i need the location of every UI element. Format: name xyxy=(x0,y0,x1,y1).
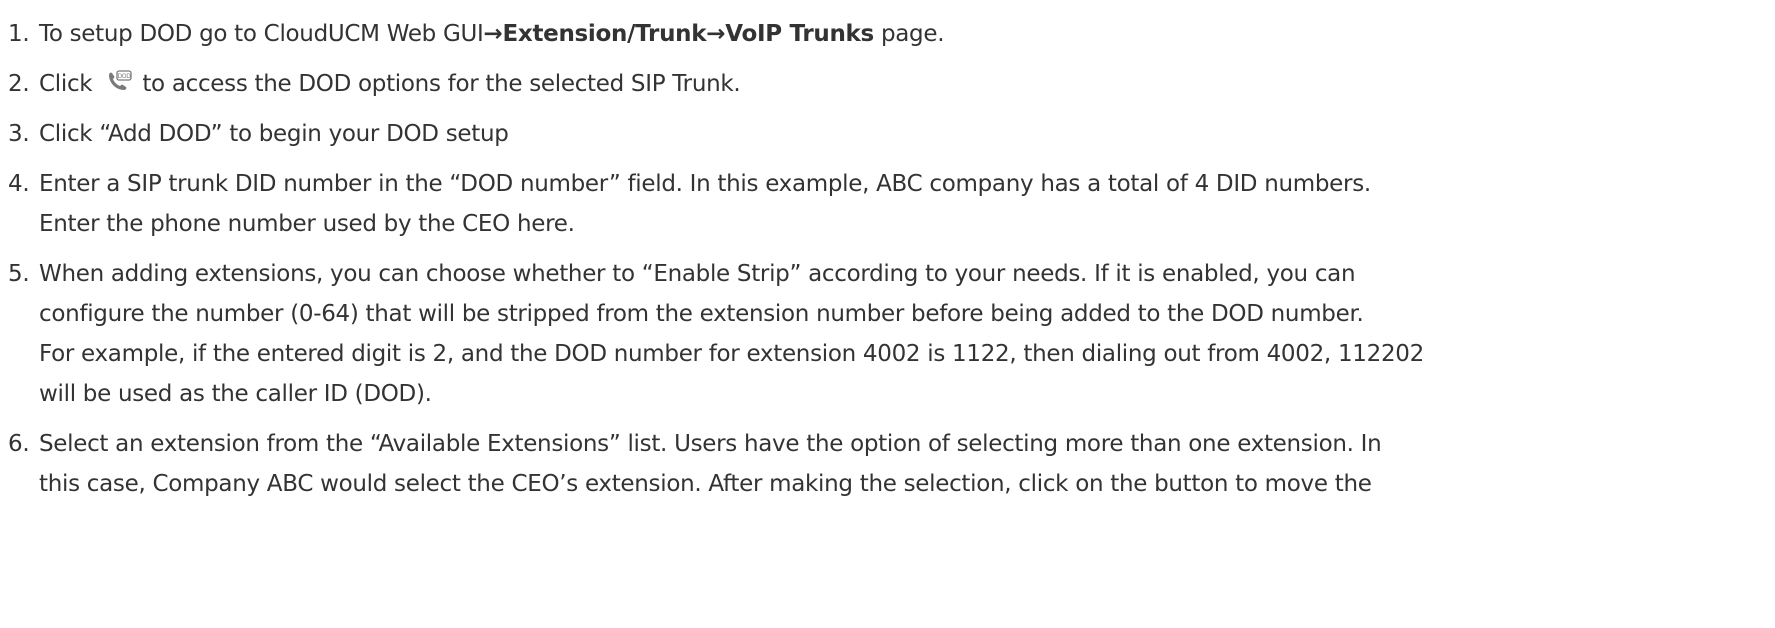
step-number: 5. xyxy=(8,261,30,287)
step-text: When adding extensions, you can choose w… xyxy=(39,254,1767,414)
step-text-line: configure the number (0-64) that will be… xyxy=(39,301,1364,327)
step-text-line: will be used as the caller ID (DOD). xyxy=(39,381,432,407)
step-text-line: When adding extensions, you can choose w… xyxy=(39,261,1356,287)
step-number: 4. xyxy=(8,171,30,197)
step-text: Select an extension from the “Available … xyxy=(39,424,1767,504)
step-text-line: For example, if the entered digit is 2, … xyxy=(39,341,1424,367)
step-number: 3. xyxy=(8,121,30,147)
step-text-line: Select an extension from the “Available … xyxy=(39,431,1382,457)
step-text-line: Enter a SIP trunk DID number in the “DOD… xyxy=(39,171,1371,197)
step-4: 4. Enter a SIP trunk DID number in the “… xyxy=(8,164,1767,244)
arrow-right-icon: → xyxy=(483,21,503,47)
menu-path-extension-trunk: Extension/Trunk xyxy=(502,21,707,47)
step-2: 2. Click DOD to access the DOD options f… xyxy=(8,64,1767,104)
step-text-line: this case, Company ABC would select the … xyxy=(39,471,1372,497)
step-number: 6. xyxy=(8,431,30,457)
step-3: 3. Click “Add DOD” to begin your DOD set… xyxy=(8,114,1767,154)
step-text-line: Enter the phone number used by the CEO h… xyxy=(39,211,575,237)
step-text-suffix: page. xyxy=(873,21,945,47)
menu-path-voip-trunks: VoIP Trunks xyxy=(725,21,874,47)
step-text-prefix: To setup DOD go to CloudUCM Web GUI xyxy=(39,21,484,47)
dod-icon-label: DOD xyxy=(118,73,132,80)
step-5: 5. When adding extensions, you can choos… xyxy=(8,254,1767,414)
step-text: To setup DOD go to CloudUCM Web GUI→Exte… xyxy=(39,14,1767,54)
step-text: Enter a SIP trunk DID number in the “DOD… xyxy=(39,164,1767,244)
arrow-right-icon: → xyxy=(706,21,726,47)
step-text-prefix: Click xyxy=(39,71,93,97)
step-1: 1. To setup DOD go to CloudUCM Web GUI→E… xyxy=(8,14,1767,54)
step-6: 6. Select an extension from the “Availab… xyxy=(8,424,1767,504)
step-text: Click “Add DOD” to begin your DOD setup xyxy=(39,121,509,147)
step-number: 1. xyxy=(8,21,30,47)
instruction-list: 1. To setup DOD go to CloudUCM Web GUI→E… xyxy=(0,0,1775,504)
step-text-suffix: to access the DOD options for the select… xyxy=(142,71,741,97)
dod-phone-icon: DOD xyxy=(106,70,132,94)
step-number: 2. xyxy=(8,71,30,97)
step-text: Click DOD to access the DOD options for … xyxy=(39,64,1767,104)
